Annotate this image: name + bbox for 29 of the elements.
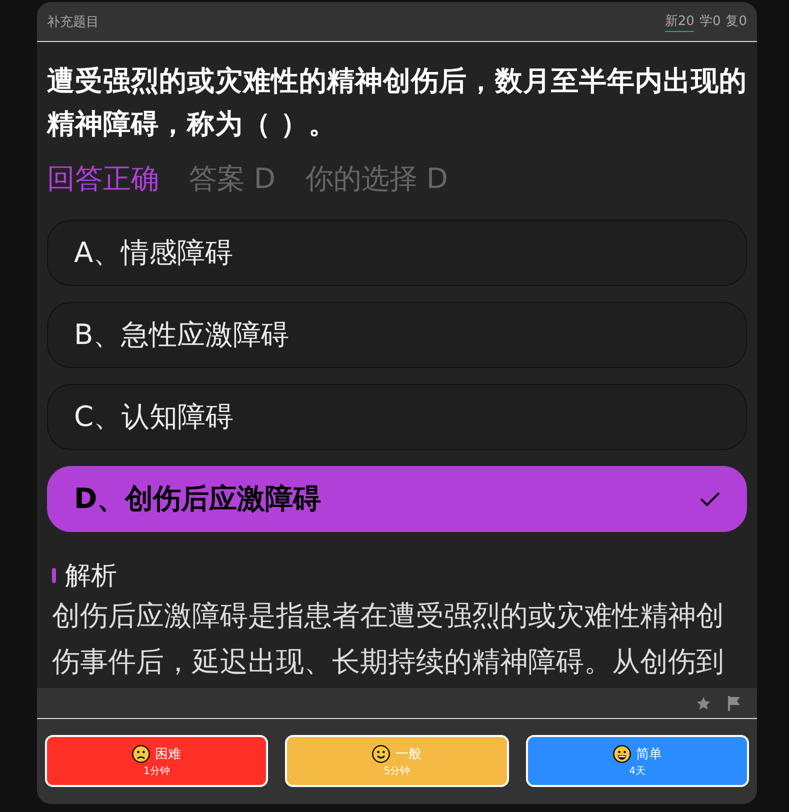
queue-counter[interactable]: 学0: [699, 12, 721, 32]
queue-counter[interactable]: 复0: [726, 12, 747, 32]
rating-label: 一般: [395, 746, 422, 762]
checkmark-icon: [700, 491, 720, 507]
rating-label: 简单: [636, 746, 662, 762]
interval-text: 4天: [629, 764, 646, 778]
question-text: 遭受强烈的或灾难性的精神创伤后，数月至半年内出现的精神障碍，称为（ ）。: [47, 64, 747, 142]
rating-button[interactable]: 简单 4天: [526, 735, 749, 787]
analysis-title: 解析: [65, 560, 117, 592]
interval-text: 5分钟: [384, 764, 410, 778]
grinning-face-icon: [612, 744, 631, 762]
analysis-text: 创伤后应激障碍是指患者在遭受强烈的或灾难性精神创伤事件后，延迟出现、长期持续的精神障碍。从创伤到: [52, 598, 725, 680]
flag-icon[interactable]: [727, 696, 741, 710]
rating-button[interactable]: 困难 1分钟: [45, 735, 268, 787]
answer-option[interactable]: C、认知障碍: [47, 384, 747, 450]
frowning-face-icon: [132, 744, 150, 762]
smiling-face-icon: [372, 744, 390, 762]
star-icon[interactable]: [696, 696, 711, 710]
your-choice-text: 你的选择 D: [305, 161, 448, 197]
result-text: 回答正确: [47, 161, 159, 197]
queue-counter[interactable]: 新20: [664, 12, 694, 32]
accent-bar: [52, 568, 56, 582]
page-title: 补充题目: [47, 14, 99, 30]
correct-answer-text: 答案 D: [189, 161, 276, 197]
answer-option[interactable]: A、情感障碍: [47, 220, 747, 286]
rating-label: 困难: [155, 746, 182, 762]
interval-text: 1分钟: [143, 764, 170, 778]
answer-option[interactable]: B、急性应激障碍: [47, 302, 747, 368]
answer-option[interactable]: D、创伤后应激障碍: [47, 466, 747, 532]
